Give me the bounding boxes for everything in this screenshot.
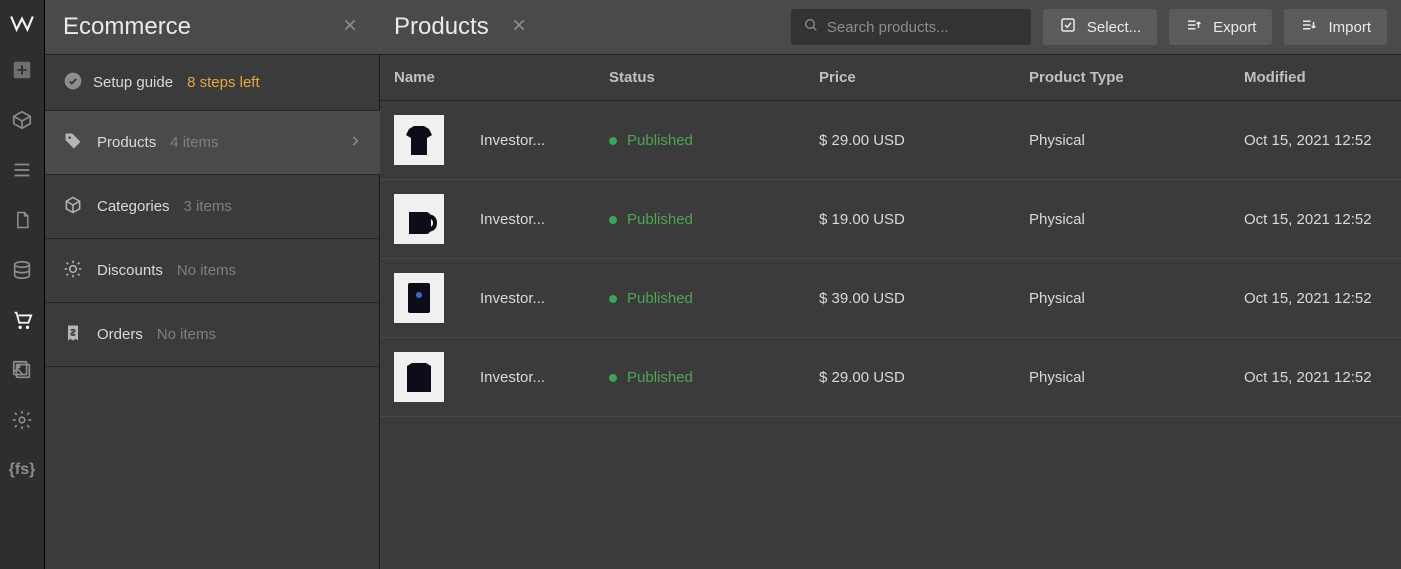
rail-settings[interactable]: [0, 395, 45, 445]
setup-steps-left: 8 steps left: [187, 74, 260, 91]
product-status: Published: [627, 211, 693, 228]
sidebar-item-orders[interactable]: Orders No items: [45, 303, 380, 367]
select-button[interactable]: Select...: [1043, 9, 1157, 45]
product-modified: Oct 15, 2021 12:52: [1244, 211, 1387, 228]
main-panel: Products Select... Export: [380, 0, 1401, 569]
setup-guide[interactable]: Setup guide 8 steps left: [45, 55, 380, 111]
sidebar-item-label: Discounts: [97, 262, 163, 279]
table-row[interactable]: Investor... Published $ 19.00 USD Physic…: [380, 180, 1401, 259]
select-label: Select...: [1087, 19, 1141, 36]
rail-add[interactable]: [0, 45, 45, 95]
sidebar-item-count: 4 items: [170, 134, 218, 151]
export-label: Export: [1213, 19, 1256, 36]
setup-guide-label: Setup guide: [93, 74, 173, 91]
close-icon[interactable]: [338, 13, 362, 41]
status-dot-icon: [609, 137, 617, 145]
rail-finsweet[interactable]: {fs}: [0, 445, 45, 495]
export-button[interactable]: Export: [1169, 9, 1272, 45]
th-price[interactable]: Price: [819, 69, 1029, 86]
webflow-logo: [0, 0, 45, 45]
product-thumb: [394, 273, 444, 323]
status-dot-icon: [609, 216, 617, 224]
search-input[interactable]: [827, 19, 1019, 36]
product-modified: Oct 15, 2021 12:52: [1244, 369, 1387, 386]
search-icon: [803, 17, 819, 37]
rail-cms[interactable]: [0, 245, 45, 295]
app-rail: {fs}: [0, 0, 45, 569]
page-title: Products: [394, 13, 489, 41]
status-dot-icon: [609, 295, 617, 303]
rail-ecommerce[interactable]: [0, 295, 45, 345]
product-modified: Oct 15, 2021 12:52: [1244, 290, 1387, 307]
sidebar-title: Ecommerce: [63, 13, 338, 41]
main-header: Products Select... Export: [380, 0, 1401, 55]
discount-icon: [63, 259, 83, 283]
product-status: Published: [627, 369, 693, 386]
rail-assets[interactable]: [0, 345, 45, 395]
sidebar-item-label: Categories: [97, 198, 170, 215]
sidebar-item-products[interactable]: Products 4 items: [45, 111, 380, 175]
product-price: $ 19.00 USD: [819, 211, 1029, 228]
product-name: Investor...: [480, 290, 545, 307]
sidebar-item-count: No items: [157, 326, 216, 343]
select-icon: [1059, 16, 1077, 38]
import-icon: [1300, 16, 1318, 38]
th-name[interactable]: Name: [394, 69, 609, 86]
product-thumb: [394, 194, 444, 244]
rail-pages[interactable]: [0, 195, 45, 245]
product-type: Physical: [1029, 211, 1244, 228]
sidebar-header: Ecommerce: [45, 0, 380, 55]
close-icon[interactable]: [507, 13, 531, 41]
receipt-icon: [63, 323, 83, 347]
product-type: Physical: [1029, 132, 1244, 149]
product-name: Investor...: [480, 369, 545, 386]
th-type[interactable]: Product Type: [1029, 69, 1244, 86]
check-circle-icon: [63, 71, 83, 95]
import-button[interactable]: Import: [1284, 9, 1387, 45]
rail-navigator[interactable]: [0, 145, 45, 195]
product-price: $ 29.00 USD: [819, 132, 1029, 149]
rail-components[interactable]: [0, 95, 45, 145]
table-row[interactable]: Investor... Published $ 29.00 USD Physic…: [380, 101, 1401, 180]
product-status: Published: [627, 290, 693, 307]
table-header: Name Status Price Product Type Modified: [380, 55, 1401, 101]
th-status[interactable]: Status: [609, 69, 819, 86]
product-price: $ 39.00 USD: [819, 290, 1029, 307]
status-dot-icon: [609, 374, 617, 382]
product-thumb: [394, 115, 444, 165]
product-modified: Oct 15, 2021 12:52: [1244, 132, 1387, 149]
th-modified[interactable]: Modified: [1244, 69, 1387, 86]
cube-icon: [63, 195, 83, 219]
product-thumb: [394, 352, 444, 402]
sidebar-item-label: Products: [97, 134, 156, 151]
sidebar-item-count: No items: [177, 262, 236, 279]
import-label: Import: [1328, 19, 1371, 36]
table-row[interactable]: Investor... Published $ 39.00 USD Physic…: [380, 259, 1401, 338]
tag-icon: [63, 131, 83, 155]
ecommerce-sidebar: Ecommerce Setup guide 8 steps left Produ…: [45, 0, 380, 569]
export-icon: [1185, 16, 1203, 38]
product-price: $ 29.00 USD: [819, 369, 1029, 386]
table-row[interactable]: Investor... Published $ 29.00 USD Physic…: [380, 338, 1401, 417]
product-status: Published: [627, 132, 693, 149]
search-box[interactable]: [791, 9, 1031, 45]
chevron-right-icon: [348, 134, 362, 152]
product-name: Investor...: [480, 211, 545, 228]
product-name: Investor...: [480, 132, 545, 149]
sidebar-item-label: Orders: [97, 326, 143, 343]
sidebar-item-categories[interactable]: Categories 3 items: [45, 175, 380, 239]
sidebar-item-count: 3 items: [184, 198, 232, 215]
sidebar-item-discounts[interactable]: Discounts No items: [45, 239, 380, 303]
product-type: Physical: [1029, 369, 1244, 386]
product-type: Physical: [1029, 290, 1244, 307]
